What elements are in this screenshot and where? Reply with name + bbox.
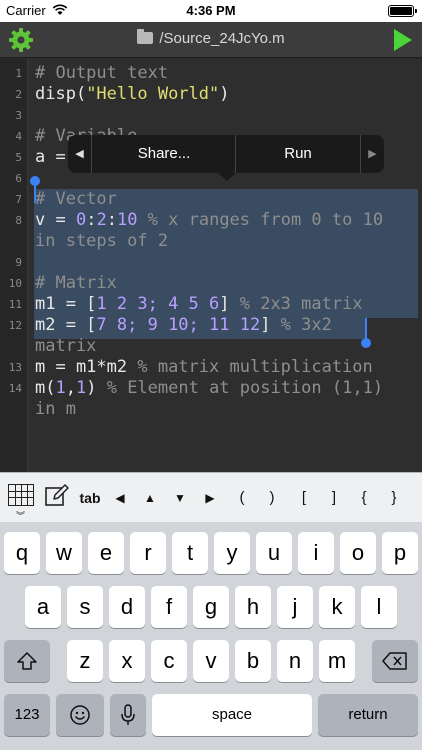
shift-key[interactable] bbox=[4, 640, 50, 682]
line-number: 2 bbox=[15, 88, 22, 101]
key-r[interactable]: r bbox=[130, 532, 166, 574]
battery-icon bbox=[388, 5, 417, 17]
dictation-key[interactable] bbox=[110, 694, 146, 736]
edit-pencil-icon[interactable] bbox=[44, 482, 70, 508]
key-m[interactable]: m bbox=[319, 640, 355, 682]
close-brace-key[interactable]: } bbox=[382, 485, 406, 511]
code-line: m(1,1) % Element at position (1,1) bbox=[35, 378, 384, 398]
key-t[interactable]: t bbox=[172, 532, 208, 574]
line-number: 3 bbox=[15, 109, 22, 122]
line-number: 11 bbox=[8, 298, 22, 311]
backspace-icon bbox=[382, 652, 407, 670]
key-k[interactable]: k bbox=[319, 586, 355, 628]
arrow-down-key[interactable]: ▼ bbox=[168, 485, 192, 511]
close-paren-key[interactable]: ) bbox=[260, 485, 284, 511]
keyboard-grid-icon[interactable] bbox=[8, 484, 34, 506]
line-number: 9 bbox=[15, 256, 22, 269]
selection-end-handle[interactable] bbox=[361, 318, 371, 348]
key-l[interactable]: l bbox=[361, 586, 397, 628]
open-bracket-key[interactable]: [ bbox=[292, 485, 316, 511]
key-u[interactable]: u bbox=[256, 532, 292, 574]
delete-key[interactable] bbox=[372, 640, 418, 682]
key-x[interactable]: x bbox=[109, 640, 145, 682]
line-number: 5 bbox=[15, 151, 22, 164]
key-i[interactable]: i bbox=[298, 532, 334, 574]
key-o[interactable]: o bbox=[340, 532, 376, 574]
key-b[interactable]: b bbox=[235, 640, 271, 682]
folder-icon bbox=[137, 29, 154, 44]
code-line: m1 = [1 2 3; 4 5 6] % 2x3 matrix bbox=[35, 294, 363, 314]
arrow-right-key[interactable]: ▶ bbox=[198, 485, 222, 511]
code-line: matrix bbox=[35, 336, 97, 356]
line-number: 12 bbox=[8, 319, 22, 332]
code-line: # Vector bbox=[35, 189, 117, 209]
key-w[interactable]: w bbox=[46, 532, 82, 574]
line-number: 13 bbox=[8, 361, 22, 374]
code-line: in m bbox=[35, 399, 76, 419]
arrow-up-key[interactable]: ▲ bbox=[138, 485, 162, 511]
context-menu: ◀ Share... Run ▶ bbox=[68, 135, 384, 181]
return-key[interactable]: return bbox=[318, 694, 418, 736]
code-line: m = m1*m2 % matrix multiplication bbox=[35, 357, 373, 377]
line-number: 10 bbox=[8, 277, 22, 290]
key-v[interactable]: v bbox=[193, 640, 229, 682]
key-g[interactable]: g bbox=[193, 586, 229, 628]
key-f[interactable]: f bbox=[151, 586, 187, 628]
code-line: in steps of 2 bbox=[35, 231, 169, 251]
selection-start-handle[interactable] bbox=[30, 176, 40, 203]
code-line: # Matrix bbox=[35, 273, 117, 293]
line-number: 14 bbox=[8, 382, 22, 395]
tab-key[interactable]: tab bbox=[76, 485, 104, 511]
shift-icon bbox=[17, 652, 37, 670]
key-d[interactable]: d bbox=[109, 586, 145, 628]
code-line: m2 = [7 8; 9 10; 11 12] % 3x2 bbox=[35, 315, 332, 335]
menu-next-arrow-icon[interactable]: ▶ bbox=[360, 135, 384, 173]
key-s[interactable]: s bbox=[67, 586, 103, 628]
status-time: 4:36 PM bbox=[186, 3, 236, 18]
code-line: disp("Hello World") bbox=[35, 84, 230, 104]
keyboard-accessory-bar: ︾ tab ◀ ▲ ▼ ▶ ( ) [ ] { } bbox=[0, 472, 422, 522]
code-editor[interactable]: 1 2 3 4 5 6 7 8 9 10 11 12 13 14 # Outpu… bbox=[0, 59, 422, 472]
line-number: 8 bbox=[15, 214, 22, 227]
key-q[interactable]: q bbox=[4, 532, 40, 574]
keyboard: q w e r t y u i o p a s d f g h j k l z … bbox=[0, 522, 422, 750]
key-a[interactable]: a bbox=[25, 586, 61, 628]
key-z[interactable]: z bbox=[67, 640, 103, 682]
key-h[interactable]: h bbox=[235, 586, 271, 628]
emoji-key[interactable] bbox=[56, 694, 104, 736]
chevron-down-icon: ︾ bbox=[16, 511, 26, 521]
share-menu-item[interactable]: Share... bbox=[93, 135, 236, 173]
emoji-icon bbox=[70, 705, 90, 725]
numbers-key[interactable]: 123 bbox=[4, 694, 50, 736]
file-name: /Source_24JcYo.m bbox=[159, 30, 285, 47]
open-paren-key[interactable]: ( bbox=[230, 485, 254, 511]
arrow-left-key[interactable]: ◀ bbox=[108, 485, 132, 511]
key-n[interactable]: n bbox=[277, 640, 313, 682]
key-y[interactable]: y bbox=[214, 532, 250, 574]
status-bar: Carrier 4:36 PM bbox=[0, 0, 422, 22]
microphone-icon bbox=[121, 704, 135, 725]
line-number: 7 bbox=[15, 193, 22, 206]
space-key[interactable]: space bbox=[152, 694, 312, 736]
menu-previous-arrow-icon[interactable]: ◀ bbox=[68, 135, 92, 173]
line-number: 1 bbox=[15, 67, 22, 80]
code-line: v = 0:2:10 % x ranges from 0 to 10 bbox=[35, 210, 384, 230]
line-number-gutter: 1 2 3 4 5 6 7 8 9 10 11 12 13 14 bbox=[0, 59, 28, 472]
line-number: 6 bbox=[15, 172, 22, 185]
nav-bar: /Source_24JcYo.m bbox=[0, 22, 422, 58]
line-number: 4 bbox=[15, 130, 22, 143]
key-j[interactable]: j bbox=[277, 586, 313, 628]
key-c[interactable]: c bbox=[151, 640, 187, 682]
open-brace-key[interactable]: { bbox=[352, 485, 376, 511]
close-bracket-key[interactable]: ] bbox=[322, 485, 346, 511]
run-menu-item[interactable]: Run bbox=[237, 135, 359, 173]
code-line: # Output text bbox=[35, 63, 169, 83]
file-title[interactable]: /Source_24JcYo.m bbox=[0, 29, 422, 47]
key-p[interactable]: p bbox=[382, 532, 418, 574]
run-button[interactable] bbox=[394, 29, 412, 51]
key-e[interactable]: e bbox=[88, 532, 124, 574]
